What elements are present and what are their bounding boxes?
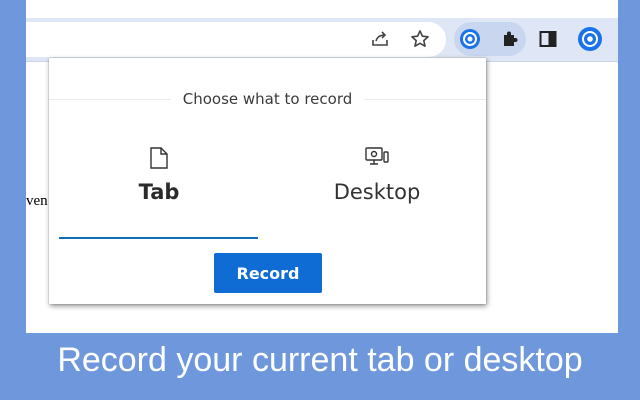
option-tab-label: Tab <box>138 180 180 204</box>
record-button[interactable]: Record <box>214 253 322 293</box>
profile-icon[interactable] <box>576 25 604 53</box>
recorder-extension-icon[interactable] <box>456 25 484 53</box>
desktop-monitor-icon <box>277 146 477 172</box>
record-popup: Choose what to record Tab Desktop Record <box>49 58 486 304</box>
promo-caption: Record your current tab or desktop <box>57 341 583 379</box>
option-desktop[interactable]: Desktop <box>277 146 477 208</box>
option-desktop-label: Desktop <box>333 180 421 204</box>
option-tab[interactable]: Tab <box>59 146 259 208</box>
bookmark-star-icon[interactable] <box>406 25 434 53</box>
browser-toolbar <box>26 18 618 62</box>
page-text-fragment: ven <box>26 193 48 209</box>
side-panel-icon[interactable] <box>534 25 562 53</box>
popup-heading: Choose what to record <box>49 90 486 108</box>
share-icon[interactable] <box>366 25 394 53</box>
heading-row: Choose what to record <box>49 88 486 112</box>
tab-page-icon <box>59 146 259 172</box>
extensions-puzzle-icon[interactable] <box>496 25 524 53</box>
selected-tab-underline <box>59 237 258 239</box>
